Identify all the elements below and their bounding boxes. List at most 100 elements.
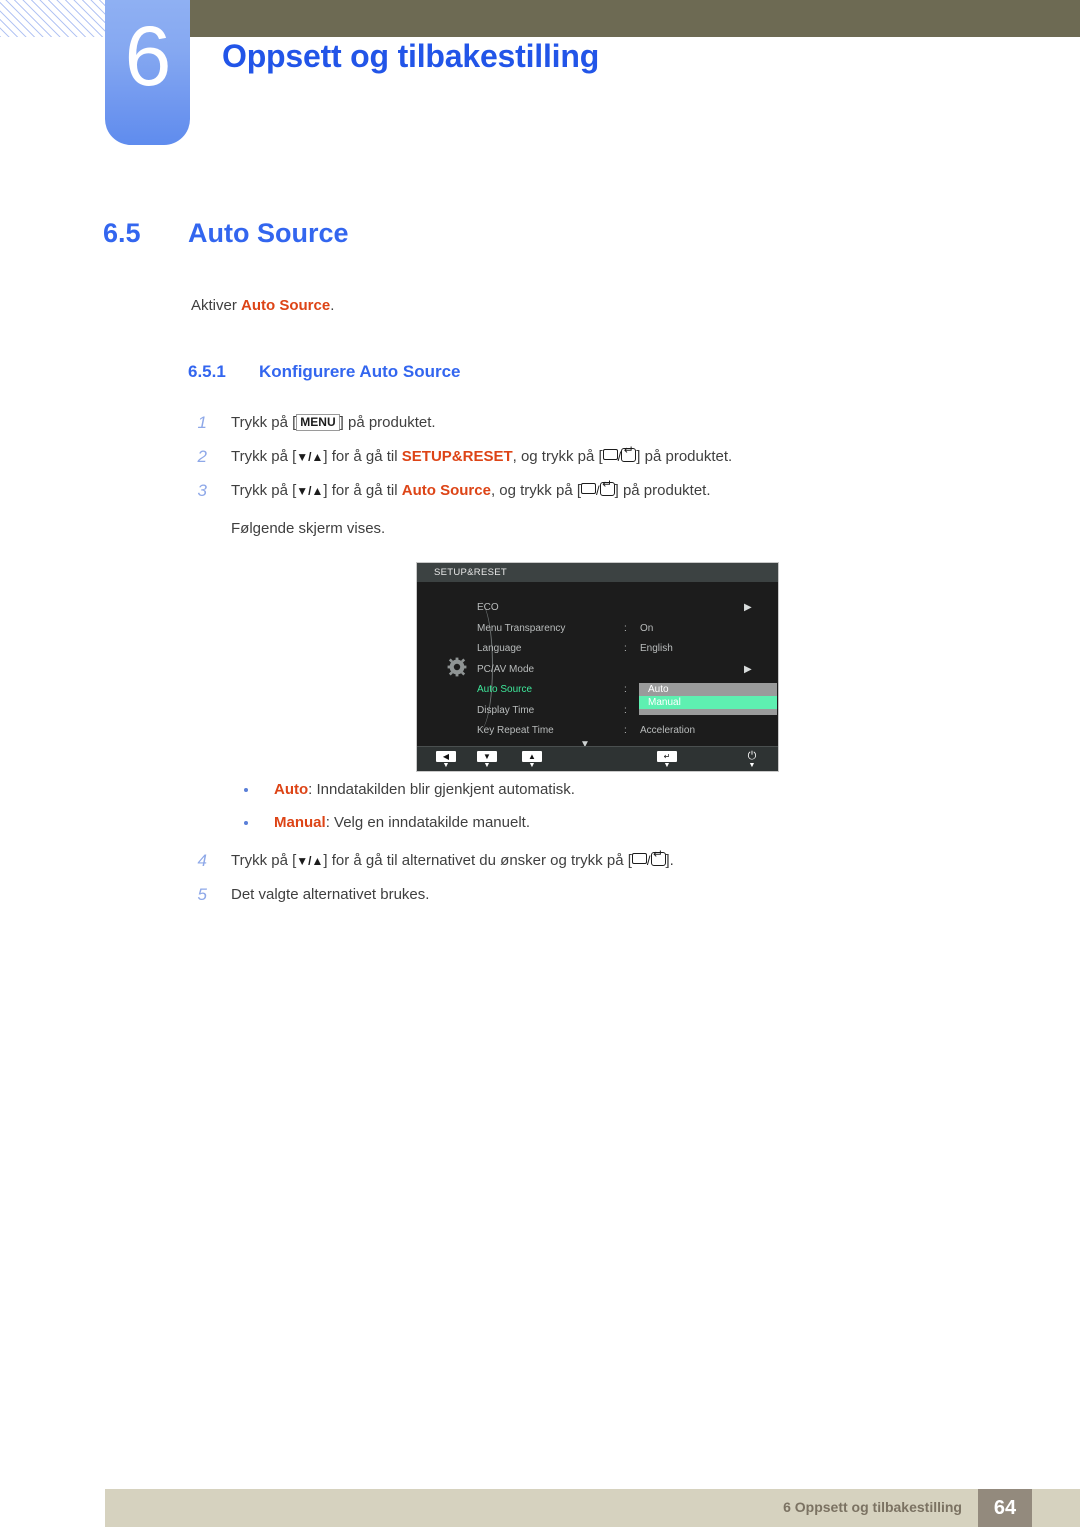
osd-row-colon: : [624,622,627,634]
chapter-number: 6 [124,9,172,103]
osd-menu-screenshot: SETUP&RESET ECO ▶ Menu Transparency : On [416,562,779,772]
enter-key-icon [599,478,615,496]
step-highlight: Auto Source [401,482,491,499]
chapter-title: Oppsett og tilbakestilling [222,38,600,74]
bullet-term: Manual [274,814,326,831]
power-icon: ⏻ [747,750,757,762]
subsection-title: Konfigurere Auto Source [259,362,461,381]
step-item: 3 Trykk på [▼/▲] for å gå til Auto Sourc… [191,478,991,506]
subsection-number: 6.5.1 [188,362,226,381]
step-text-mid: ] for å gå til alternativet du ønsker og… [323,852,632,869]
step-index: 3 [197,481,207,500]
list-item: Manual: Velg en inndatakilde manuelt. [240,813,940,833]
bullet-description: : Inndatakilden blir gjenkjent automatis… [308,781,575,798]
osd-row-colon: : [624,704,627,716]
osd-row-label: Menu Transparency [477,622,566,634]
button-tick-icon: ▼ [663,762,671,769]
osd-enter-button[interactable]: ↵ ▼ [657,751,677,769]
updown-arrow-icon: ▼/▲ [296,484,324,498]
step-text-post: ] på produktet. [636,448,733,465]
intro-highlight: Auto Source [241,297,331,314]
steps-list-continued: 4 Trykk på [▼/▲] for å gå til alternativ… [191,848,991,918]
step-index: 2 [197,447,207,466]
button-tick-icon: ▼ [528,762,536,769]
osd-row-colon: : [624,684,627,695]
step-note: Følgende skjerm vises. [231,520,386,537]
left-arrow-icon: ◀ [436,751,456,762]
down-arrow-icon: ▼ [477,751,497,762]
osd-menu-rows: ECO ▶ Menu Transparency : On Language : … [477,598,777,742]
intro-prefix: Aktiver [191,297,242,314]
bullet-description: : Velg en inndatakilde manuelt. [325,814,530,831]
step-text-pre: Trykk på [ [231,852,297,869]
step-highlight: SETUP&RESET [401,448,513,465]
step-index: 1 [197,413,207,432]
osd-option-auto[interactable]: Auto [639,683,777,696]
osd-down-button[interactable]: ▼ ▼ [477,751,497,769]
step-item: 1 Trykk på [MENU] på produktet. [191,412,991,438]
step-text-mid: ] for å gå til [323,482,402,499]
step-text-mid2: , og trykk på [ [512,448,603,465]
footer-bar: 6 Oppsett og tilbakestilling 64 [105,1489,1080,1527]
osd-row-colon: : [624,725,627,736]
step-index: 4 [197,851,207,870]
updown-arrow-icon: ▼/▲ [296,854,324,868]
rectangle-key-icon [631,853,647,864]
section-title: Auto Source [188,218,349,248]
updown-arrow-icon: ▼/▲ [296,450,324,464]
osd-title: SETUP&RESET [417,563,778,582]
button-tick-icon: ▼ [748,762,756,769]
osd-row-label: Auto Source [477,684,533,695]
osd-row-language[interactable]: Language : English [477,639,777,660]
header-olive-bar [190,0,1080,37]
step-text-mid: ] for å gå til [323,448,402,465]
step-text-post: ]. [665,852,674,869]
step-item: 2 Trykk på [▼/▲] for å gå til SETUP&RESE… [191,444,991,472]
option-descriptions: Auto: Inndatakilden blir gjenkjent autom… [240,780,940,846]
steps-list: 1 Trykk på [MENU] på produktet. 2 Trykk … [191,412,991,540]
step-item: 4 Trykk på [▼/▲] for å gå til alternativ… [191,848,991,876]
list-item: Auto: Inndatakilden blir gjenkjent autom… [240,780,940,800]
button-tick-icon: ▼ [442,762,450,769]
step-text-post: ] på produktet. [339,414,436,431]
osd-button-bar: ◀ ▼ ▼ ▼ ▲ ▼ ↵ ▼ ⏻ ▼ [417,746,778,771]
up-arrow-icon: ▲ [522,751,542,762]
osd-row-colon: : [624,643,627,654]
step-text-mid2: , og trykk på [ [490,482,581,499]
osd-row-key-repeat-time[interactable]: Key Repeat Time : Acceleration [477,721,777,742]
step-text: Det valgte alternativet brukes. [231,886,430,903]
enter-key-icon [621,444,637,462]
osd-row-value: Acceleration [640,725,696,736]
gear-icon [447,657,467,677]
osd-row-label: Display Time [477,704,535,716]
step-index: 5 [197,885,207,904]
chevron-right-icon: ▶ [744,602,752,613]
step-item: 5 Det valgte alternativet brukes. [191,884,991,910]
osd-row-value: On [640,622,654,634]
section-number: 6.5 [103,218,141,248]
osd-row-pc-av-mode[interactable]: PC/AV Mode ▶ [477,660,777,681]
osd-row-eco[interactable]: ECO ▶ [477,598,777,619]
step-text-pre: Trykk på [ [231,414,297,431]
chevron-right-icon: ▶ [744,663,752,675]
osd-row-label: Key Repeat Time [477,725,554,736]
footer-chapter-label: 6 Oppsett og tilbakestilling [783,1499,962,1515]
enter-arrow-icon: ↵ [657,751,677,762]
intro-suffix: . [330,297,335,314]
step-text-pre: Trykk på [ [231,482,297,499]
header-hatch-decoration [0,0,112,37]
osd-option-manual[interactable]: Manual [639,696,777,709]
osd-row-menu-transparency[interactable]: Menu Transparency : On [477,619,777,640]
osd-left-button[interactable]: ◀ ▼ [436,751,456,769]
osd-auto-source-dropdown[interactable]: Auto Manual [639,683,777,715]
osd-row-label: PC/AV Mode [477,663,535,675]
osd-row-label: Language [477,643,522,654]
section-intro: Aktiver Auto Source. [191,297,334,314]
page-number: 64 [978,1489,1032,1527]
rectangle-key-icon [581,483,596,494]
button-tick-icon: ▼ [483,762,491,769]
osd-up-button[interactable]: ▲ ▼ [522,751,542,769]
step-text-pre: Trykk på [ [231,448,297,465]
osd-row-label: ECO [477,602,499,613]
osd-power-button[interactable]: ⏻ ▼ [742,750,762,770]
